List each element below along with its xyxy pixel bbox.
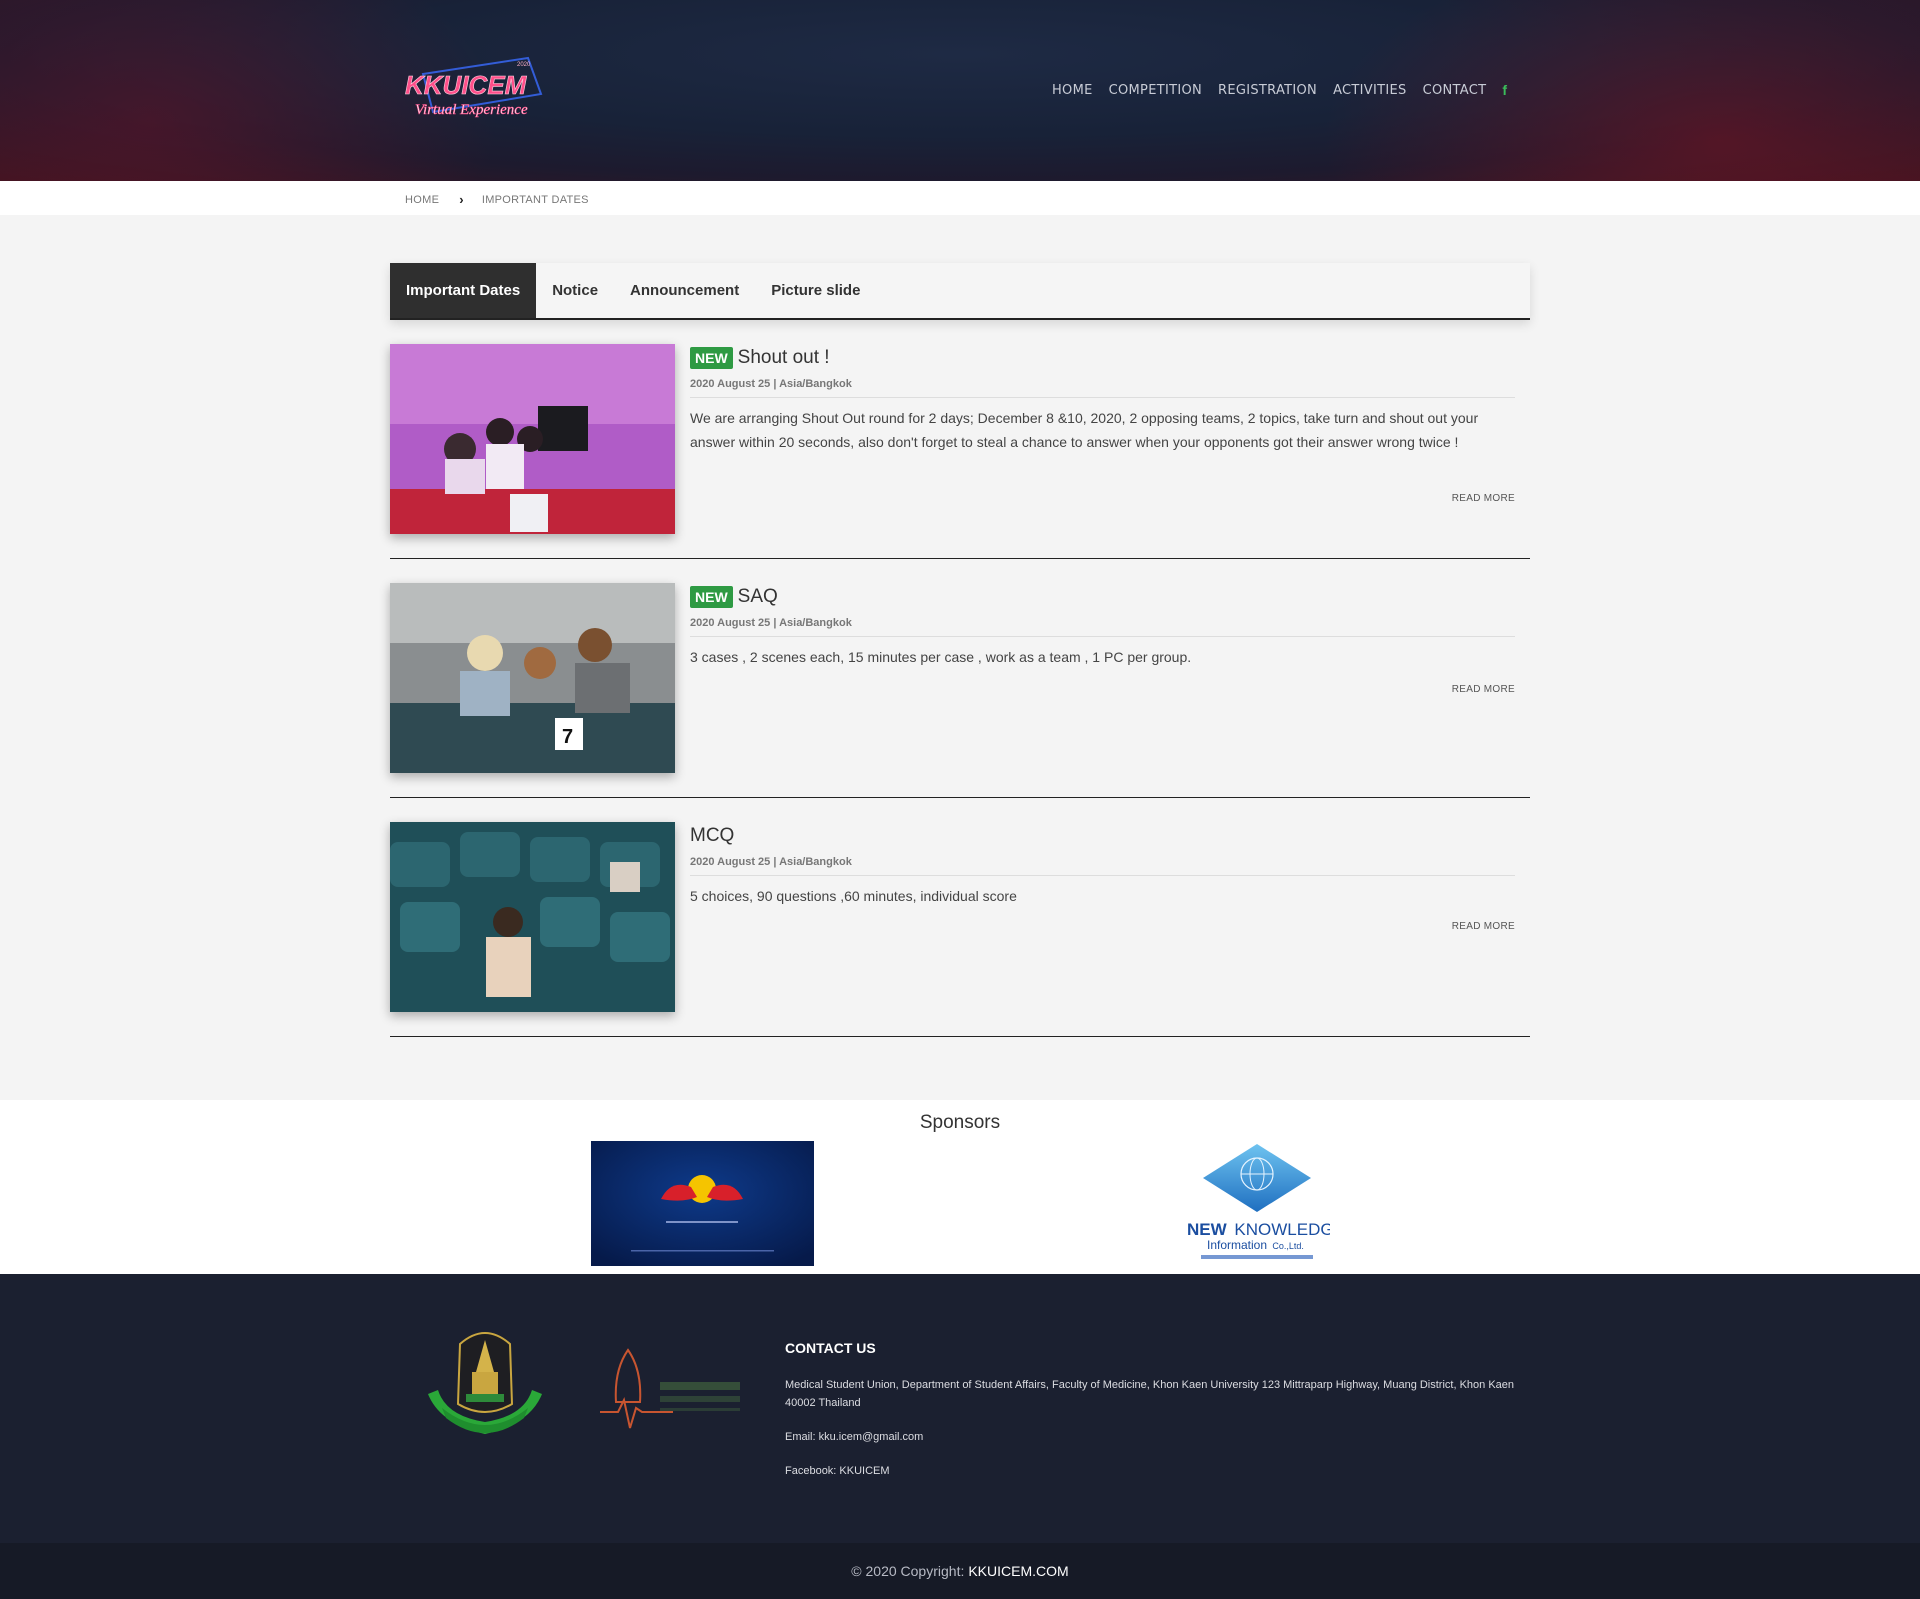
nk-knowledge: KNOWLEDGE	[1234, 1220, 1330, 1239]
medical-student-union-logo	[598, 1342, 748, 1437]
post-item: MCQ 2020 August 25 | Asia/Bangkok 5 choi…	[390, 822, 1530, 1037]
tab-notice[interactable]: Notice	[536, 263, 614, 318]
site-footer: CONTACT US Medical Student Union, Depart…	[0, 1274, 1920, 1543]
nav-activities[interactable]: ACTIVITIES	[1333, 83, 1406, 98]
redbull-logo[interactable]	[591, 1141, 814, 1266]
post-item: NEW Shout out ! 2020 August 25 | Asia/Ba…	[390, 344, 1530, 559]
tab-bar: Important Dates Notice Announcement Pict…	[390, 263, 1530, 320]
post-description: 3 cases , 2 scenes each, 15 minutes per …	[690, 649, 1192, 665]
read-more-link[interactable]: READ MORE	[1452, 921, 1515, 932]
main-nav: HOME COMPETITION REGISTRATION ACTIVITIES…	[1052, 82, 1507, 98]
logo-year: 2020	[517, 62, 531, 68]
tab-picture-slide[interactable]: Picture slide	[755, 263, 876, 318]
post-thumbnail[interactable]	[390, 344, 675, 534]
copyright-link[interactable]: KKUICEM.COM	[968, 1563, 1068, 1579]
contact-facebook[interactable]: Facebook: KKUICEM	[785, 1462, 1515, 1480]
post-title-text[interactable]: MCQ	[690, 825, 734, 847]
post-date: 2020 August 25 | Asia/Bangkok	[690, 856, 1515, 876]
read-more-link[interactable]: READ MORE	[1452, 493, 1515, 504]
nav-registration[interactable]: REGISTRATION	[1218, 83, 1317, 98]
post-title[interactable]: NEW SAQ	[690, 583, 1515, 611]
new-badge: NEW	[690, 347, 733, 369]
tab-announcement[interactable]: Announcement	[614, 263, 755, 318]
copyright-text: © 2020 Copyright:	[851, 1563, 965, 1579]
contact-address: Medical Student Union, Department of Stu…	[785, 1379, 1515, 1409]
post-date: 2020 August 25 | Asia/Bangkok	[690, 617, 1515, 637]
post-thumbnail[interactable]: 7	[390, 583, 675, 773]
post-title[interactable]: MCQ	[690, 822, 1515, 850]
nk-new: NEW	[1187, 1220, 1228, 1239]
nk-coltd: Co.,Ltd.	[1272, 1241, 1304, 1251]
copyright-bar: © 2020 Copyright: KKUICEM.COM	[0, 1543, 1920, 1599]
facebook-icon[interactable]: f	[1502, 82, 1507, 98]
newknowledge-logo[interactable]: NEW KNOWLEDGE Information Co.,Ltd.	[1185, 1142, 1330, 1267]
post-date: 2020 August 25 | Asia/Bangkok	[690, 378, 1515, 398]
svg-text:NEW KNOWLEDGE: NEW KNOWLEDGE	[1187, 1220, 1330, 1239]
logo-subtitle: Virtual Experience	[415, 102, 528, 118]
post-thumbnail[interactable]	[390, 822, 675, 1012]
post-item: 7 NEW SAQ 2020 August 25 | Asia/Bangkok …	[390, 583, 1530, 798]
post-title-text[interactable]: Shout out !	[738, 347, 830, 369]
nav-home[interactable]: HOME	[1052, 83, 1093, 98]
nav-contact[interactable]: CONTACT	[1423, 83, 1487, 98]
contact-title: CONTACT US	[785, 1340, 876, 1356]
post-description: 5 choices, 90 questions ,60 minutes, ind…	[690, 888, 1017, 904]
breadcrumb-current: IMPORTANT DATES	[481, 193, 589, 206]
nk-information: Information	[1207, 1238, 1267, 1252]
sponsors-section: Sponsors NEW KNOWLEDG Information Co.,Lt…	[0, 1100, 1920, 1274]
svg-text:Information Co.,Ltd.: Information Co.,Ltd.	[1207, 1238, 1304, 1252]
post-title[interactable]: NEW Shout out !	[690, 344, 1515, 372]
contact-email[interactable]: Email: kku.icem@gmail.com	[785, 1428, 1515, 1446]
logo-wordmark: KKUICEM	[405, 70, 528, 100]
new-badge: NEW	[690, 586, 733, 608]
site-logo[interactable]: KKUICEM Virtual Experience 2020	[403, 54, 543, 126]
tab-important-dates[interactable]: Important Dates	[390, 263, 537, 318]
contact-us: CONTACT US Medical Student Union, Depart…	[785, 1340, 1515, 1496]
nav-competition[interactable]: COMPETITION	[1109, 83, 1202, 98]
post-title-text[interactable]: SAQ	[738, 586, 778, 608]
breadcrumb-home[interactable]: HOME	[405, 194, 439, 206]
sponsors-title: Sponsors	[919, 1112, 1001, 1133]
chevron-right-icon: ›	[459, 192, 464, 207]
svg-text:7: 7	[562, 726, 573, 748]
post-description: We are arranging Shout Out round for 2 d…	[690, 410, 1479, 450]
site-header: KKUICEM Virtual Experience 2020 HOME COM…	[0, 0, 1920, 181]
breadcrumb: HOME › IMPORTANT DATES	[0, 181, 1920, 215]
read-more-link[interactable]: READ MORE	[1452, 684, 1515, 695]
faculty-of-medicine-logo	[420, 1324, 550, 1454]
